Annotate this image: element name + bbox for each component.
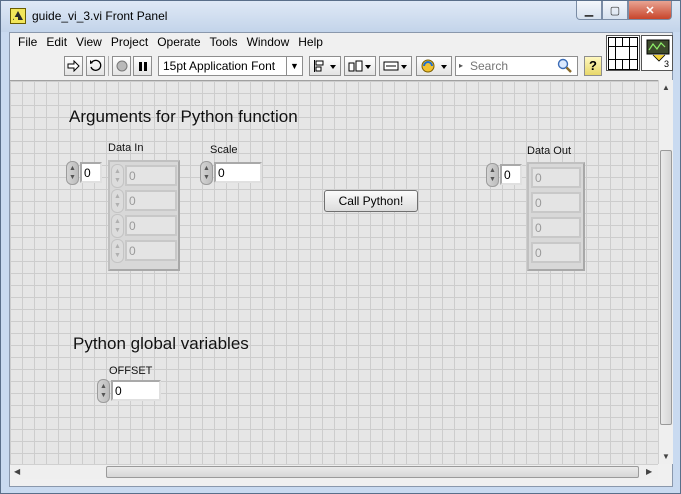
toolbar: 15pt Application Font ▼ ▸ ? <box>10 53 604 78</box>
data-out-index-field[interactable]: 0 <box>500 164 522 185</box>
element-increment-decrement[interactable]: ▲ ▼ <box>111 189 124 213</box>
abort-execution-icon[interactable] <box>112 56 131 76</box>
search-icon[interactable] <box>557 58 573 77</box>
title-bar[interactable]: guide_vi_3.vi Front Panel ▁ ▢ ✕ <box>1 1 680 32</box>
data-out-element-4: 0 <box>531 242 581 263</box>
horizontal-scrollbar[interactable]: ◀ ▶ <box>10 464 658 479</box>
offset-increment-decrement[interactable]: ▲ ▼ <box>97 379 110 403</box>
data-in-element-2[interactable]: ▲ ▼ 0 <box>111 189 177 213</box>
window-client-area: File Edit View Project Operate Tools Win… <box>9 32 673 487</box>
align-objects-icon[interactable] <box>309 56 341 76</box>
data-out-index[interactable]: ▲ ▼ 0 <box>486 163 526 187</box>
element-increment-decrement[interactable]: ▲ ▼ <box>111 214 124 238</box>
menu-tools[interactable]: Tools <box>210 33 238 52</box>
offset-control[interactable]: ▲ ▼ 0 <box>97 379 161 403</box>
index-increment-decrement[interactable]: ▲ ▼ <box>486 163 499 187</box>
scroll-left-icon[interactable]: ◀ <box>14 467 20 476</box>
data-in-index[interactable]: ▲ ▼ 0 <box>66 161 106 185</box>
connector-pane[interactable] <box>606 35 640 71</box>
font-selector-label: 15pt Application Font <box>163 59 276 73</box>
context-help-button[interactable]: ? <box>584 56 602 76</box>
distribute-objects-icon[interactable] <box>344 56 376 76</box>
offset-label: OFFSET <box>109 365 153 377</box>
data-in-element-1[interactable]: ▲ ▼ 0 <box>111 164 177 188</box>
element-increment-decrement[interactable]: ▲ ▼ <box>111 164 124 188</box>
menu-file[interactable]: File <box>18 33 37 52</box>
menu-window[interactable]: Window <box>247 33 290 52</box>
data-in-element-field[interactable]: 0 <box>125 190 177 211</box>
menu-help[interactable]: Help <box>298 33 323 52</box>
data-out-label: Data Out <box>527 145 572 157</box>
labview-vi-icon <box>10 8 26 24</box>
call-python-button[interactable]: Call Python! <box>324 190 418 212</box>
minimize-button[interactable]: ▁ <box>576 1 602 20</box>
element-increment-decrement[interactable]: ▲ ▼ <box>111 239 124 263</box>
data-out-element-2: 0 <box>531 192 581 213</box>
data-in-index-field[interactable]: 0 <box>80 162 102 183</box>
menu-operate[interactable]: Operate <box>157 33 200 52</box>
globals-section-title: Python global variables <box>73 334 249 353</box>
vertical-scroll-thumb[interactable] <box>660 150 672 425</box>
run-arrow-icon[interactable] <box>64 56 83 76</box>
menu-bar: File Edit View Project Operate Tools Win… <box>10 33 604 52</box>
scale-increment-decrement[interactable]: ▲ ▼ <box>200 161 213 185</box>
scale-field[interactable]: 0 <box>214 162 262 183</box>
data-in-label: Data In <box>108 142 144 154</box>
run-continuously-icon[interactable] <box>86 56 105 76</box>
search-scope-icon: ▸ <box>459 61 464 70</box>
search-input[interactable] <box>470 58 565 74</box>
scroll-down-icon[interactable]: ▼ <box>662 452 670 461</box>
menu-edit[interactable]: Edit <box>46 33 67 52</box>
front-panel-canvas[interactable]: Arguments for Python function Data In ▲ ▼… <box>10 80 658 464</box>
maximize-button[interactable]: ▢ <box>602 1 628 20</box>
arguments-section-title: Arguments for Python function <box>69 107 298 126</box>
vertical-scrollbar[interactable]: ▲ ▼ <box>658 80 673 464</box>
menu-view[interactable]: View <box>76 33 102 52</box>
scroll-right-icon[interactable]: ▶ <box>646 467 652 476</box>
data-out-element-3: 0 <box>531 217 581 238</box>
chevron-down-icon: ▼ <box>286 57 302 75</box>
font-selector[interactable]: 15pt Application Font ▼ <box>158 56 303 76</box>
window-title: guide_vi_3.vi Front Panel <box>32 9 168 23</box>
data-in-element-field[interactable]: 0 <box>125 240 177 261</box>
data-in-element-field[interactable]: 0 <box>125 165 177 186</box>
reorder-icon[interactable] <box>416 56 452 76</box>
close-button[interactable]: ✕ <box>628 1 672 20</box>
labview-window: guide_vi_3.vi Front Panel ▁ ▢ ✕ File Edi… <box>0 0 681 494</box>
resize-objects-icon[interactable] <box>379 56 412 76</box>
pause-icon[interactable] <box>133 56 152 76</box>
search-box[interactable]: ▸ <box>455 56 578 76</box>
offset-field[interactable]: 0 <box>111 380 161 401</box>
vi-icon-number: 3 <box>663 59 669 69</box>
menu-project[interactable]: Project <box>111 33 148 52</box>
scroll-up-icon[interactable]: ▲ <box>662 83 670 92</box>
scale-label: Scale <box>210 144 238 156</box>
data-in-element-3[interactable]: ▲ ▼ 0 <box>111 214 177 238</box>
data-in-element-field[interactable]: 0 <box>125 215 177 236</box>
index-increment-decrement[interactable]: ▲ ▼ <box>66 161 79 185</box>
horizontal-scroll-thumb[interactable] <box>106 466 639 478</box>
scale-control[interactable]: ▲ ▼ 0 <box>200 161 262 185</box>
vi-icon[interactable]: 3 <box>641 35 673 71</box>
data-out-element-1: 0 <box>531 167 581 188</box>
data-in-element-4[interactable]: ▲ ▼ 0 <box>111 239 177 263</box>
